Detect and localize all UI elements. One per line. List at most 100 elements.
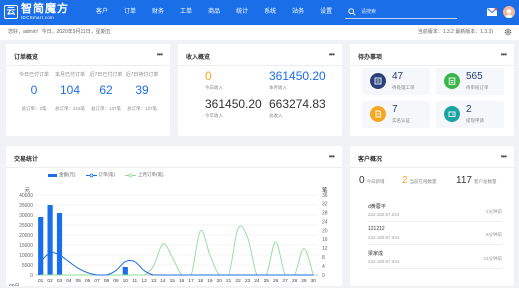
- nav-item-customers[interactable]: 客户: [96, 0, 108, 25]
- customer-name: 梁家成: [368, 251, 384, 257]
- order-stat-label: 近7日待付订单: [125, 72, 159, 78]
- y-tick-label: 20000: [19, 233, 33, 239]
- x-tick-label: 14: [160, 278, 166, 284]
- todo-verification[interactable]: 7 实名认证: [362, 101, 430, 128]
- card-title: 客户概况: [358, 157, 383, 163]
- card-title: 交易统计: [14, 157, 39, 163]
- year-income-value: 361450.20: [205, 97, 262, 111]
- y-axis-label: 元: [24, 187, 30, 194]
- x-tick-label: 30: [311, 278, 317, 284]
- nav-item-statistics[interactable]: 统计: [236, 0, 248, 25]
- divider: [350, 65, 514, 66]
- legend-line-swatch: [85, 173, 97, 177]
- logo-text: 智简魔方: [21, 3, 69, 15]
- legend-label: 订单(笔): [98, 172, 116, 177]
- y2-tick-label: 8: [322, 255, 325, 261]
- x-tick-label: 05: [76, 278, 82, 284]
- x-tick-label: 19: [207, 278, 213, 284]
- x-tick-label: 16: [179, 278, 185, 284]
- legend-item-amount[interactable]: 金额(元): [48, 172, 76, 178]
- x-tick-label: 15: [170, 278, 176, 284]
- todo-orders[interactable]: 565 待审核订单: [436, 68, 504, 95]
- stat-number: 0: [359, 175, 365, 186]
- divider: [6, 167, 342, 168]
- x-tick-label: 26: [273, 278, 279, 284]
- search-input[interactable]: [361, 7, 451, 17]
- nav-item-products[interactable]: 商品: [208, 0, 220, 25]
- logo-mark: 云: [4, 5, 18, 19]
- gear-icon[interactable]: [504, 28, 512, 36]
- y-tick-label: 30000: [19, 213, 33, 219]
- more-icon[interactable]: •••: [501, 50, 507, 59]
- y-tick-label: 35000: [19, 203, 33, 209]
- x-tick-label: 29: [301, 278, 307, 284]
- nav-item-settings[interactable]: 设置: [320, 0, 332, 25]
- todo-count: 565: [466, 71, 483, 82]
- todo-tickets[interactable]: 47 待处理工单: [362, 68, 430, 95]
- x-tick-label: 03: [57, 278, 63, 284]
- nav-item-system[interactable]: 系统: [264, 0, 276, 25]
- customer-last-seen: 1分钟前: [485, 209, 502, 214]
- nav-item-finance[interactable]: 财务: [152, 0, 164, 25]
- divider: [350, 167, 514, 168]
- logo[interactable]: 云 智简魔方 IDCSmart.com: [4, 3, 74, 22]
- y-tick-label: 25000: [19, 223, 33, 229]
- more-icon[interactable]: •••: [329, 152, 335, 161]
- order-stat-value[interactable]: 62: [86, 83, 126, 97]
- x-tick-label: 09: [113, 278, 119, 284]
- logo-subtext: IDCSmart.com: [21, 15, 55, 20]
- mail-icon[interactable]: [487, 8, 497, 16]
- x-tick-label: 23: [245, 278, 251, 284]
- nav-item-site[interactable]: 站务: [292, 0, 304, 25]
- order-stat-label: 近7日已付订单: [89, 72, 123, 78]
- nav-item-tickets[interactable]: 工单: [180, 0, 192, 25]
- customer-row[interactable]: 梁家成 222.182.57.244 21分钟前: [368, 247, 502, 269]
- nav-item-orders[interactable]: 订单: [124, 0, 136, 25]
- top-navbar: 云 智简魔方 IDCSmart.com 客户 订单 财务 工单 商品 统计 系统…: [0, 0, 519, 25]
- y2-tick-label: 20: [322, 228, 328, 234]
- more-icon[interactable]: •••: [329, 50, 335, 59]
- order-stat-total: 总订单：2笔: [21, 106, 47, 111]
- today-income-value: 0: [205, 69, 212, 83]
- order-stat-value[interactable]: 39: [122, 83, 162, 97]
- y2-tick-label: 4: [322, 264, 325, 270]
- customer-row[interactable]: 121212 222.182.57.244 8分钟前: [368, 223, 502, 245]
- x-tick-label: 25: [264, 278, 270, 284]
- order-stat-label: 今日已付订单: [18, 72, 49, 78]
- todo-withdrawals[interactable]: 2 提现申请: [436, 101, 504, 128]
- more-icon[interactable]: •••: [501, 152, 507, 161]
- x-tick-label: 28: [292, 278, 298, 284]
- customer-name: d黄蓉平: [368, 204, 386, 210]
- stat-label: 客户总数量: [473, 179, 497, 184]
- total-income-label: 总收入: [269, 113, 283, 118]
- todo-card: 待办事项 ••• 47 待处理工单 565 待审核订单 7 实名认证 2 提现申…: [350, 44, 514, 136]
- legend-item-orders[interactable]: 订单(笔): [85, 172, 116, 178]
- order-stat-total: 总订单：137笔: [90, 106, 121, 111]
- id-card-icon: [370, 106, 386, 122]
- order-stat-value[interactable]: 104: [50, 83, 90, 97]
- bar-amount: [122, 267, 128, 275]
- search-icon[interactable]: [348, 8, 356, 16]
- main-nav: 客户 订单 财务 工单 商品 统计 系统 站务 设置: [96, 0, 348, 25]
- x-tick-label: 22: [235, 278, 241, 284]
- year-income-label: 今年收入: [205, 113, 223, 118]
- y2-tick-label: 24: [322, 219, 328, 225]
- today-income-label: 今日收入: [205, 85, 223, 90]
- customer-ip: 222.182.57.244: [368, 259, 400, 264]
- todo-count: 47: [392, 71, 404, 82]
- order-stat-value[interactable]: 0: [14, 83, 54, 97]
- todo-label: 待处理工单: [392, 85, 415, 90]
- legend-item-last-month[interactable]: 上月订单(笔): [125, 172, 164, 178]
- clipboard-icon: [444, 73, 460, 89]
- customer-row[interactable]: d黄蓉平 222.182.57.244 1分钟前: [368, 200, 502, 222]
- x-tick-label: 13: [151, 278, 157, 284]
- x-axis-month-label: 09月: [9, 284, 20, 286]
- stat-label: 今日新增: [366, 179, 385, 184]
- x-tick-label: 27: [282, 278, 288, 284]
- legend-bar-swatch: [48, 173, 57, 177]
- y-tick-label: 5000: [22, 263, 33, 269]
- avatar[interactable]: [503, 6, 515, 18]
- todo-label: 待审核订单: [466, 85, 489, 90]
- more-icon[interactable]: •••: [157, 50, 163, 59]
- stat-label: 当前在线数量: [409, 179, 437, 184]
